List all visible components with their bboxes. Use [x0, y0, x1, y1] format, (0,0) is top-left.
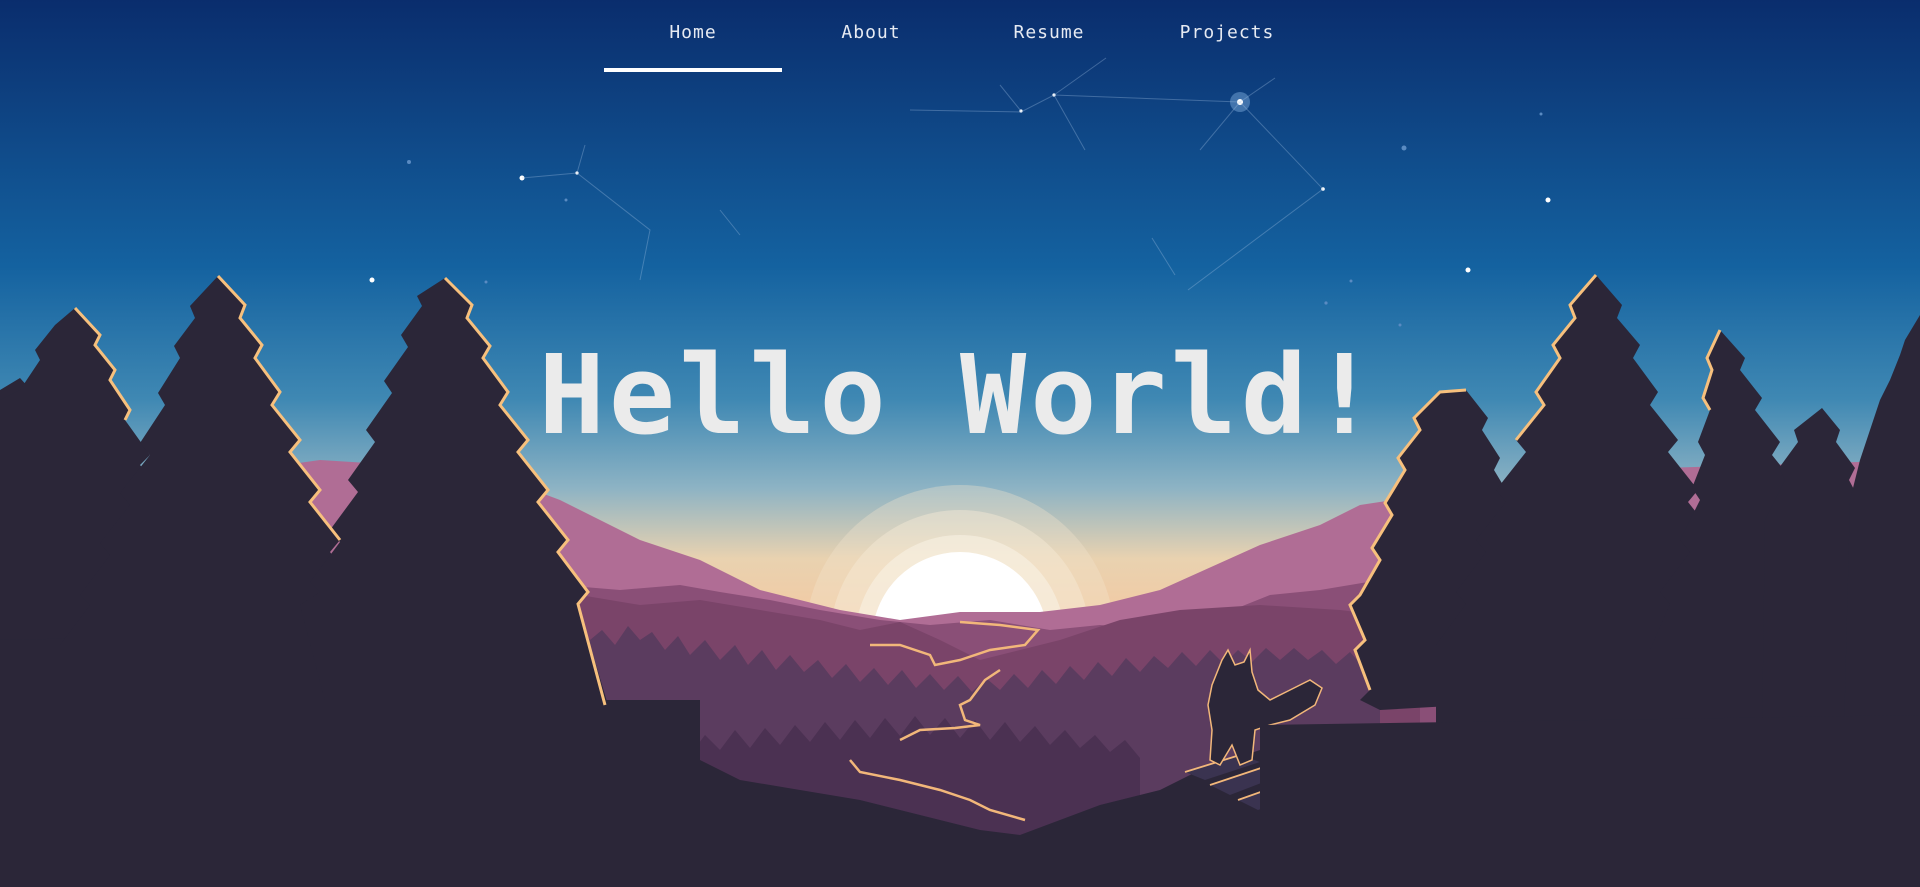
nav-item-about-label: About [841, 22, 901, 43]
nav-item-home[interactable]: Home [604, 0, 782, 72]
nav-item-home-label: Home [669, 22, 717, 43]
nav-item-projects[interactable]: Projects [1138, 0, 1316, 72]
nav-item-about[interactable]: About [782, 0, 960, 72]
nav-active-underline [604, 68, 782, 72]
nav-item-projects-label: Projects [1179, 22, 1275, 43]
main-nav: Home About Resume Projects [0, 0, 1920, 80]
nav-item-resume[interactable]: Resume [960, 0, 1138, 72]
hero-title: Hello World! [538, 331, 1382, 459]
nav-item-resume-label: Resume [1013, 22, 1085, 43]
